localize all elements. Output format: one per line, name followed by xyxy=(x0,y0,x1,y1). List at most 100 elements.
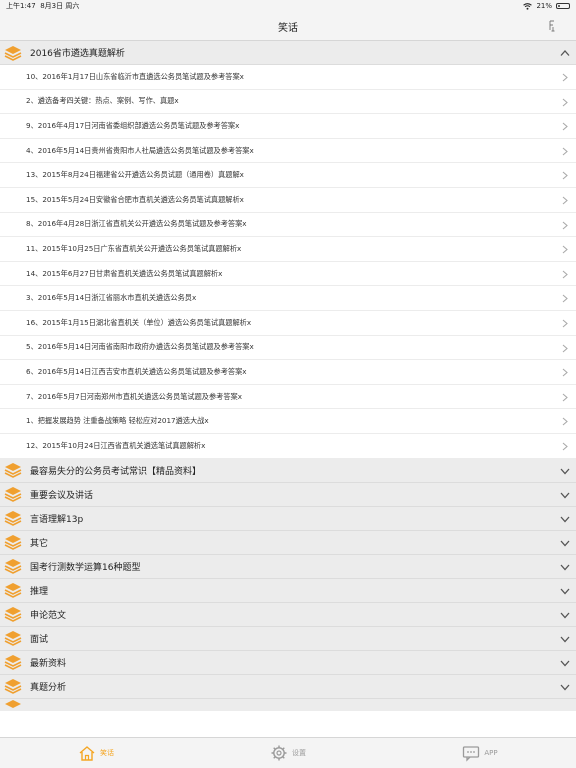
chevron-right-icon xyxy=(562,294,568,303)
list-item[interactable]: 5、2016年5月14日河南省南阳市政府办遴选公务员笔试题及参考答案x xyxy=(0,335,576,361)
list-item-label: 15、2015年5月24日安徽省合肥市直机关遴选公务员笔试真题解析x xyxy=(26,194,244,204)
list-item[interactable]: 4、2016年5月14日贵州省贵阳市人社局遴选公务员笔试题及参考答案x xyxy=(0,138,576,164)
section-title: 最容易失分的公务员考试常识【精品资料】 xyxy=(30,466,202,477)
list-item[interactable]: 2、遴选备考四关键：热点、案例、写作、真题x xyxy=(0,89,576,115)
section-header[interactable]: 真题分析 xyxy=(0,674,576,699)
tab-label: 设置 xyxy=(292,749,306,757)
collapsed-sections: 最容易失分的公务员考试常识【精品资料】 重要会议及讲话 言语理解13p 其它国考行测数… xyxy=(0,458,576,699)
list-item[interactable]: 10、2016年1月17日山东省临沂市直遴选公务员笔试题及参考答案x xyxy=(0,65,576,90)
section-header-expanded[interactable]: 2016省市遴选真题解析 xyxy=(0,41,576,65)
section-title: 重要会议及讲话 xyxy=(30,490,94,501)
section-header[interactable]: 最新资料 xyxy=(0,650,576,675)
chevron-right-icon xyxy=(562,245,568,254)
expanded-items: 10、2016年1月17日山东省临沂市直遴选公务员笔试题及参考答案x 2、遴选备考… xyxy=(0,65,576,459)
tab-gear[interactable]: 设置 xyxy=(192,738,384,768)
tab-label: 笑话 xyxy=(100,749,114,757)
tab-home[interactable]: 笑话 xyxy=(0,738,192,768)
stack-icon xyxy=(4,535,22,550)
list-item-label: 3、2016年5月14日浙江省丽水市直机关遴选公务员x xyxy=(26,293,197,303)
list-item[interactable]: 16、2015年1月15日湖北省直机关（单位）遴选公务员笔试真题解析x xyxy=(0,310,576,336)
stack-icon xyxy=(4,631,22,646)
list-item-label: 9、2016年4月17日河南省委组织部遴选公务员笔试题及参考答案x xyxy=(26,120,240,130)
list-item-label: 13、2015年8月24日福建省公开遴选公务员试题（通用卷）真题解x xyxy=(26,170,244,180)
list-item[interactable]: 6、2016年5月14日江西吉安市直机关遴选公务员笔试题及参考答案x xyxy=(0,360,576,385)
settings-icon[interactable] xyxy=(546,20,558,32)
list-item-label: 6、2016年5月14日江西吉安市直机关遴选公务员笔试题及参考答案x xyxy=(26,366,247,376)
chevron-right-icon xyxy=(562,319,568,328)
list-item-label: 10、2016年1月17日山东省临沂市直遴选公务员笔试题及参考答案x xyxy=(26,71,244,81)
list-item[interactable]: 13、2015年8月24日福建省公开遴选公务员试题（通用卷）真题解x xyxy=(0,163,576,188)
list-item-label: 16、2015年1月15日湖北省直机关（单位）遴选公务员笔试真题解析x xyxy=(26,317,252,327)
list-item[interactable]: 1、把握发展趋势 注重备战策略 轻松应对2017遴选大战x xyxy=(0,409,576,434)
list-item-label: 5、2016年5月14日河南省南阳市政府办遴选公务员笔试题及参考答案x xyxy=(26,342,254,352)
chevron-down-icon xyxy=(560,540,570,546)
section-header[interactable]: 推理 xyxy=(0,578,576,603)
chevron-right-icon xyxy=(562,171,568,180)
list-item-label: 14、2015年6月27日甘肃省直机关遴选公务员笔试真题解析x xyxy=(26,268,223,278)
section-header[interactable]: 言语理解13p xyxy=(0,506,576,531)
status-date: 8月3日 周六 xyxy=(40,2,80,10)
stack-icon xyxy=(4,45,22,61)
status-bar: 上午1:47 8月3日 周六 21% xyxy=(0,0,576,12)
status-time-date: 上午1:47 8月3日 周六 xyxy=(6,1,79,11)
chevron-right-icon xyxy=(562,270,568,279)
list-item[interactable]: 11、2015年10月25日广东省直机关公开遴选公务员笔试真题解析x xyxy=(0,237,576,262)
list-item[interactable]: 15、2015年5月24日安徽省合肥市直机关遴选公务员笔试真题解析x xyxy=(0,187,576,213)
partial-section-row xyxy=(0,698,576,711)
list-item[interactable]: 9、2016年4月17日河南省委组织部遴选公务员笔试题及参考答案x xyxy=(0,114,576,139)
list-item-label: 4、2016年5月14日贵州省贵阳市人社局遴选公务员笔试题及参考答案x xyxy=(26,145,254,155)
section-header[interactable]: 申论范文 xyxy=(0,602,576,627)
chevron-down-icon xyxy=(560,636,570,642)
section-title: 2016省市遴选真题解析 xyxy=(30,49,125,59)
gear-icon xyxy=(271,745,287,761)
list-item[interactable]: 12、2015年10月24日江西省直机关遴选笔试真题解析x xyxy=(0,433,576,459)
section-header[interactable]: 面试 xyxy=(0,626,576,651)
chevron-right-icon xyxy=(562,344,568,352)
category-list: 2016省市遴选真题解析 10、2016年1月17日山东省临沂市直遴选公务员笔试… xyxy=(0,41,576,711)
chevron-right-icon xyxy=(562,147,568,156)
list-item-label: 1、把握发展趋势 注重备战策略 轻松应对2017遴选大战x xyxy=(26,416,209,426)
battery-percent: 21% xyxy=(536,2,552,10)
chevron-right-icon xyxy=(562,73,568,82)
list-item-label: 12、2015年10月24日江西省直机关遴选笔试真题解析x xyxy=(26,440,206,450)
stack-icon xyxy=(4,679,22,694)
list-item-label: 11、2015年10月25日广东省直机关公开遴选公务员笔试真题解析x xyxy=(26,243,242,253)
wifi-icon xyxy=(523,2,533,10)
status-time: 上午1:47 xyxy=(6,2,36,10)
stack-icon xyxy=(4,463,22,478)
section-title: 言语理解13p xyxy=(30,514,84,525)
chevron-down-icon xyxy=(560,684,570,690)
list-item-label: 2、遴选备考四关键：热点、案例、写作、真题x xyxy=(26,96,179,106)
chevron-down-icon xyxy=(560,612,570,618)
list-item[interactable]: 3、2016年5月14日浙江省丽水市直机关遴选公务员x xyxy=(0,286,576,311)
section-header[interactable]: 最容易失分的公务员考试常识【精品资料】 xyxy=(0,458,576,483)
navigation-bar: 笑话 xyxy=(0,12,576,41)
chat-icon xyxy=(463,746,480,762)
section-title: 面试 xyxy=(30,634,49,645)
list-item[interactable]: 8、2016年4月28日浙江省直机关公开遴选公务员笔试题及参考答案x xyxy=(0,212,576,238)
list-item[interactable]: 7、2016年5月7日河南郑州市直机关遴选公务员笔试题及参考答案x xyxy=(0,384,576,410)
chevron-right-icon xyxy=(562,122,568,131)
chevron-right-icon xyxy=(562,368,568,377)
section-header[interactable]: 其它 xyxy=(0,530,576,555)
tab-label: APP xyxy=(484,749,498,757)
chevron-right-icon xyxy=(562,417,568,426)
chevron-right-icon xyxy=(562,393,568,402)
section-title: 最新资料 xyxy=(30,658,67,669)
section-header[interactable]: 国考行测数学运算16种题型 xyxy=(0,554,576,579)
section-header[interactable]: 重要会议及讲话 xyxy=(0,482,576,507)
stack-icon xyxy=(4,655,22,670)
tab-chat[interactable]: APP xyxy=(384,738,576,768)
status-right: 21% xyxy=(523,2,570,10)
stack-icon xyxy=(4,559,22,574)
chevron-up-icon xyxy=(560,50,570,56)
list-item[interactable]: 14、2015年6月27日甘肃省直机关遴选公务员笔试真题解析x xyxy=(0,261,576,287)
stack-icon xyxy=(4,487,22,502)
chevron-down-icon xyxy=(560,588,570,594)
section-title: 真题分析 xyxy=(30,682,67,693)
chevron-right-icon xyxy=(562,98,568,107)
section-title: 国考行测数学运算16种题型 xyxy=(30,562,141,573)
list-item-label: 7、2016年5月7日河南郑州市直机关遴选公务员笔试题及参考答案x xyxy=(26,391,242,401)
list-item-label: 8、2016年4月28日浙江省直机关公开遴选公务员笔试题及参考答案x xyxy=(26,219,247,229)
chevron-right-icon xyxy=(562,221,568,229)
